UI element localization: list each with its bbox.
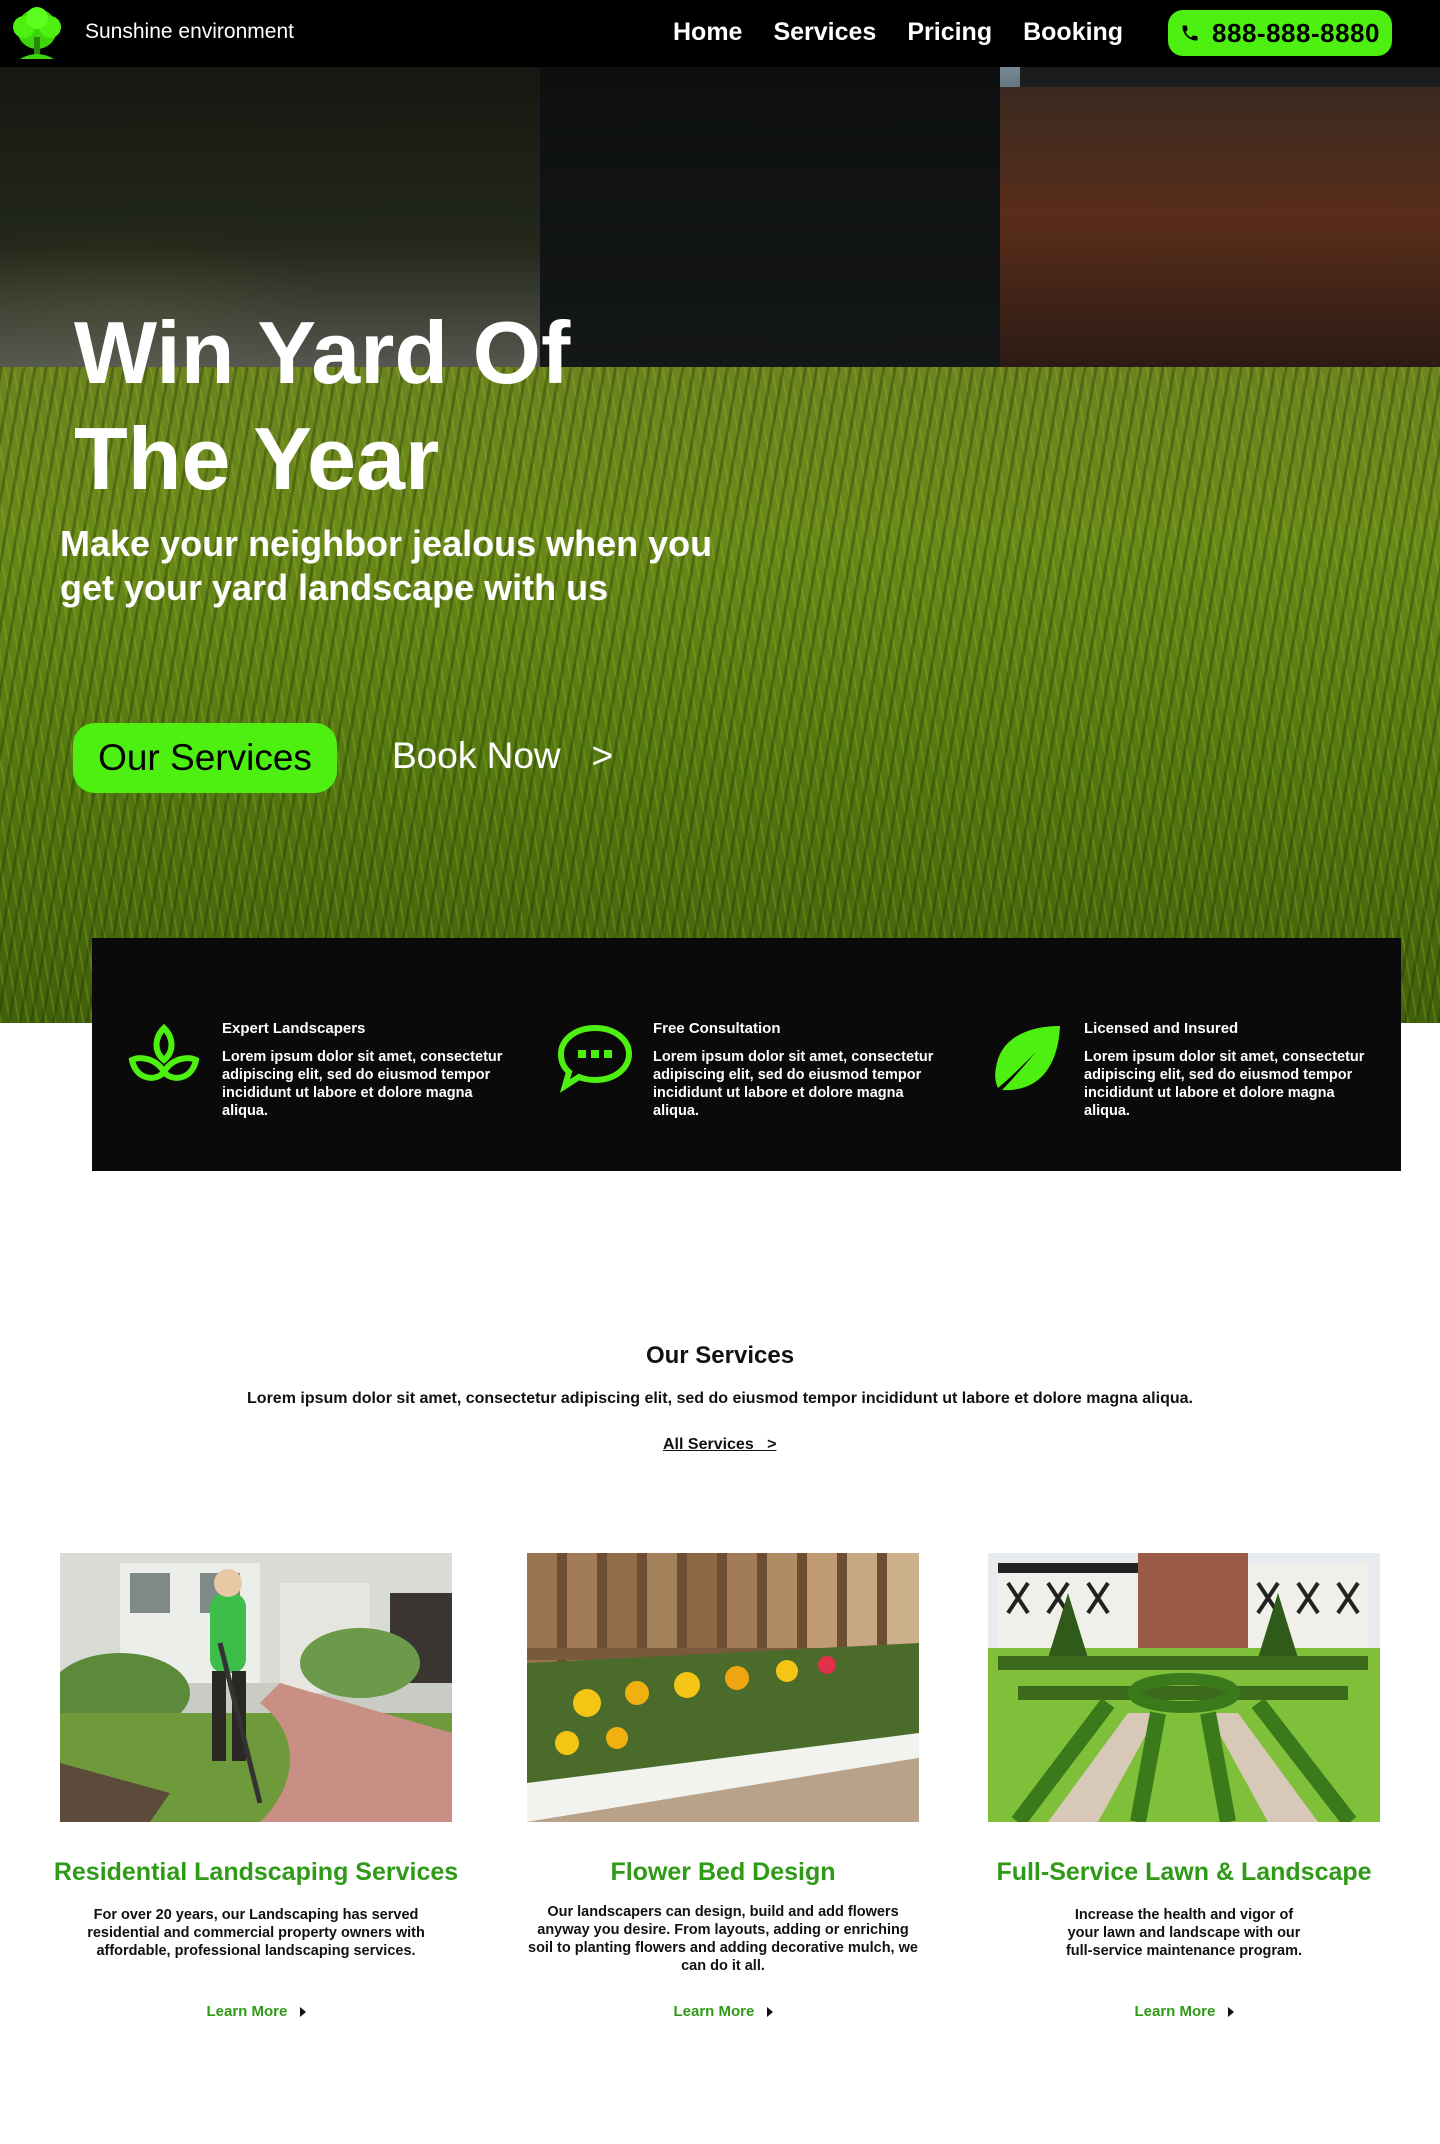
services-intro: Lorem ipsum dolor sit amet, consectetur …	[247, 1390, 1193, 1407]
caret-right-icon	[1227, 2007, 1234, 2018]
nav-pricing[interactable]: Pricing	[907, 18, 992, 47]
feature-title: Licensed and Insured	[1084, 1020, 1239, 1037]
lawn-landscape-photo[interactable]	[988, 1553, 1380, 1822]
nav-booking[interactable]: Booking	[1023, 18, 1123, 47]
hero-subtitle-line2: get your yard landscape with us	[60, 567, 609, 608]
brand-name[interactable]: Sunshine environment	[85, 20, 294, 44]
sprout-icon	[128, 1023, 200, 1081]
our-services-button[interactable]: Our Services	[73, 723, 337, 793]
phone-number: 888-888-8880	[1212, 17, 1380, 48]
learn-more-label: Learn More	[1134, 2003, 1216, 2020]
service-card-title[interactable]: Flower Bed Design	[497, 1858, 949, 1887]
learn-more-link[interactable]: Learn More	[527, 2003, 919, 2020]
service-card-title[interactable]: Full-Service Lawn & Landscape	[958, 1858, 1410, 1887]
service-card-desc: Increase the health and vigor of your la…	[1065, 1907, 1303, 1959]
leaf-icon	[995, 1026, 1060, 1091]
caret-right-icon	[766, 2007, 773, 2018]
feature-title: Expert Landscapers	[222, 1020, 366, 1037]
residential-landscaping-photo[interactable]	[60, 1553, 452, 1822]
caret-right-icon	[299, 2007, 306, 2018]
flower-bed-photo[interactable]	[527, 1553, 919, 1822]
tree-logo-icon[interactable]	[8, 5, 66, 63]
hero-subtitle: Make your neighbor jealous when you get …	[60, 522, 780, 610]
hero-title-line1: Win Yard Of	[74, 303, 571, 402]
feature-desc: Lorem ipsum dolor sit amet, consectetur …	[1084, 1049, 1365, 1119]
learn-more-label: Learn More	[206, 2003, 288, 2020]
hero-title-line2: The Year	[74, 409, 440, 508]
nav-services[interactable]: Services	[773, 18, 876, 47]
nav-links: Home Services Pricing Booking	[673, 18, 1123, 47]
learn-more-link[interactable]: Learn More	[988, 2003, 1380, 2020]
services-heading: Our Services	[645, 1342, 795, 1369]
top-nav: Sunshine environment Home Services Prici…	[0, 0, 1440, 67]
phone-button[interactable]: 888-888-8880	[1168, 10, 1392, 56]
features-box: Expert Landscapers Lorem ipsum dolor sit…	[92, 938, 1401, 1171]
chat-bubble-icon	[557, 1024, 633, 1093]
feature-desc: Lorem ipsum dolor sit amet, consectetur …	[653, 1049, 934, 1119]
feature-desc: Lorem ipsum dolor sit amet, consectetur …	[222, 1049, 503, 1119]
phone-icon	[1182, 25, 1198, 41]
all-services-link[interactable]: All Services >	[663, 1436, 776, 1454]
service-card-desc: Our landscapers can design, build and ad…	[528, 1904, 918, 1974]
service-card-title[interactable]: Residential Landscaping Services	[30, 1858, 482, 1887]
hero-subtitle-line1: Make your neighbor jealous when you	[60, 523, 713, 564]
book-now-button[interactable]: Book Now >	[392, 735, 613, 777]
feature-title: Free Consultation	[653, 1020, 781, 1037]
service-card-desc: For over 20 years, our Landscaping has s…	[87, 1907, 425, 1959]
learn-more-label: Learn More	[673, 2003, 755, 2020]
learn-more-link[interactable]: Learn More	[60, 2003, 452, 2020]
hero-title: Win Yard Of The Year	[74, 300, 774, 512]
nav-home[interactable]: Home	[673, 18, 742, 47]
